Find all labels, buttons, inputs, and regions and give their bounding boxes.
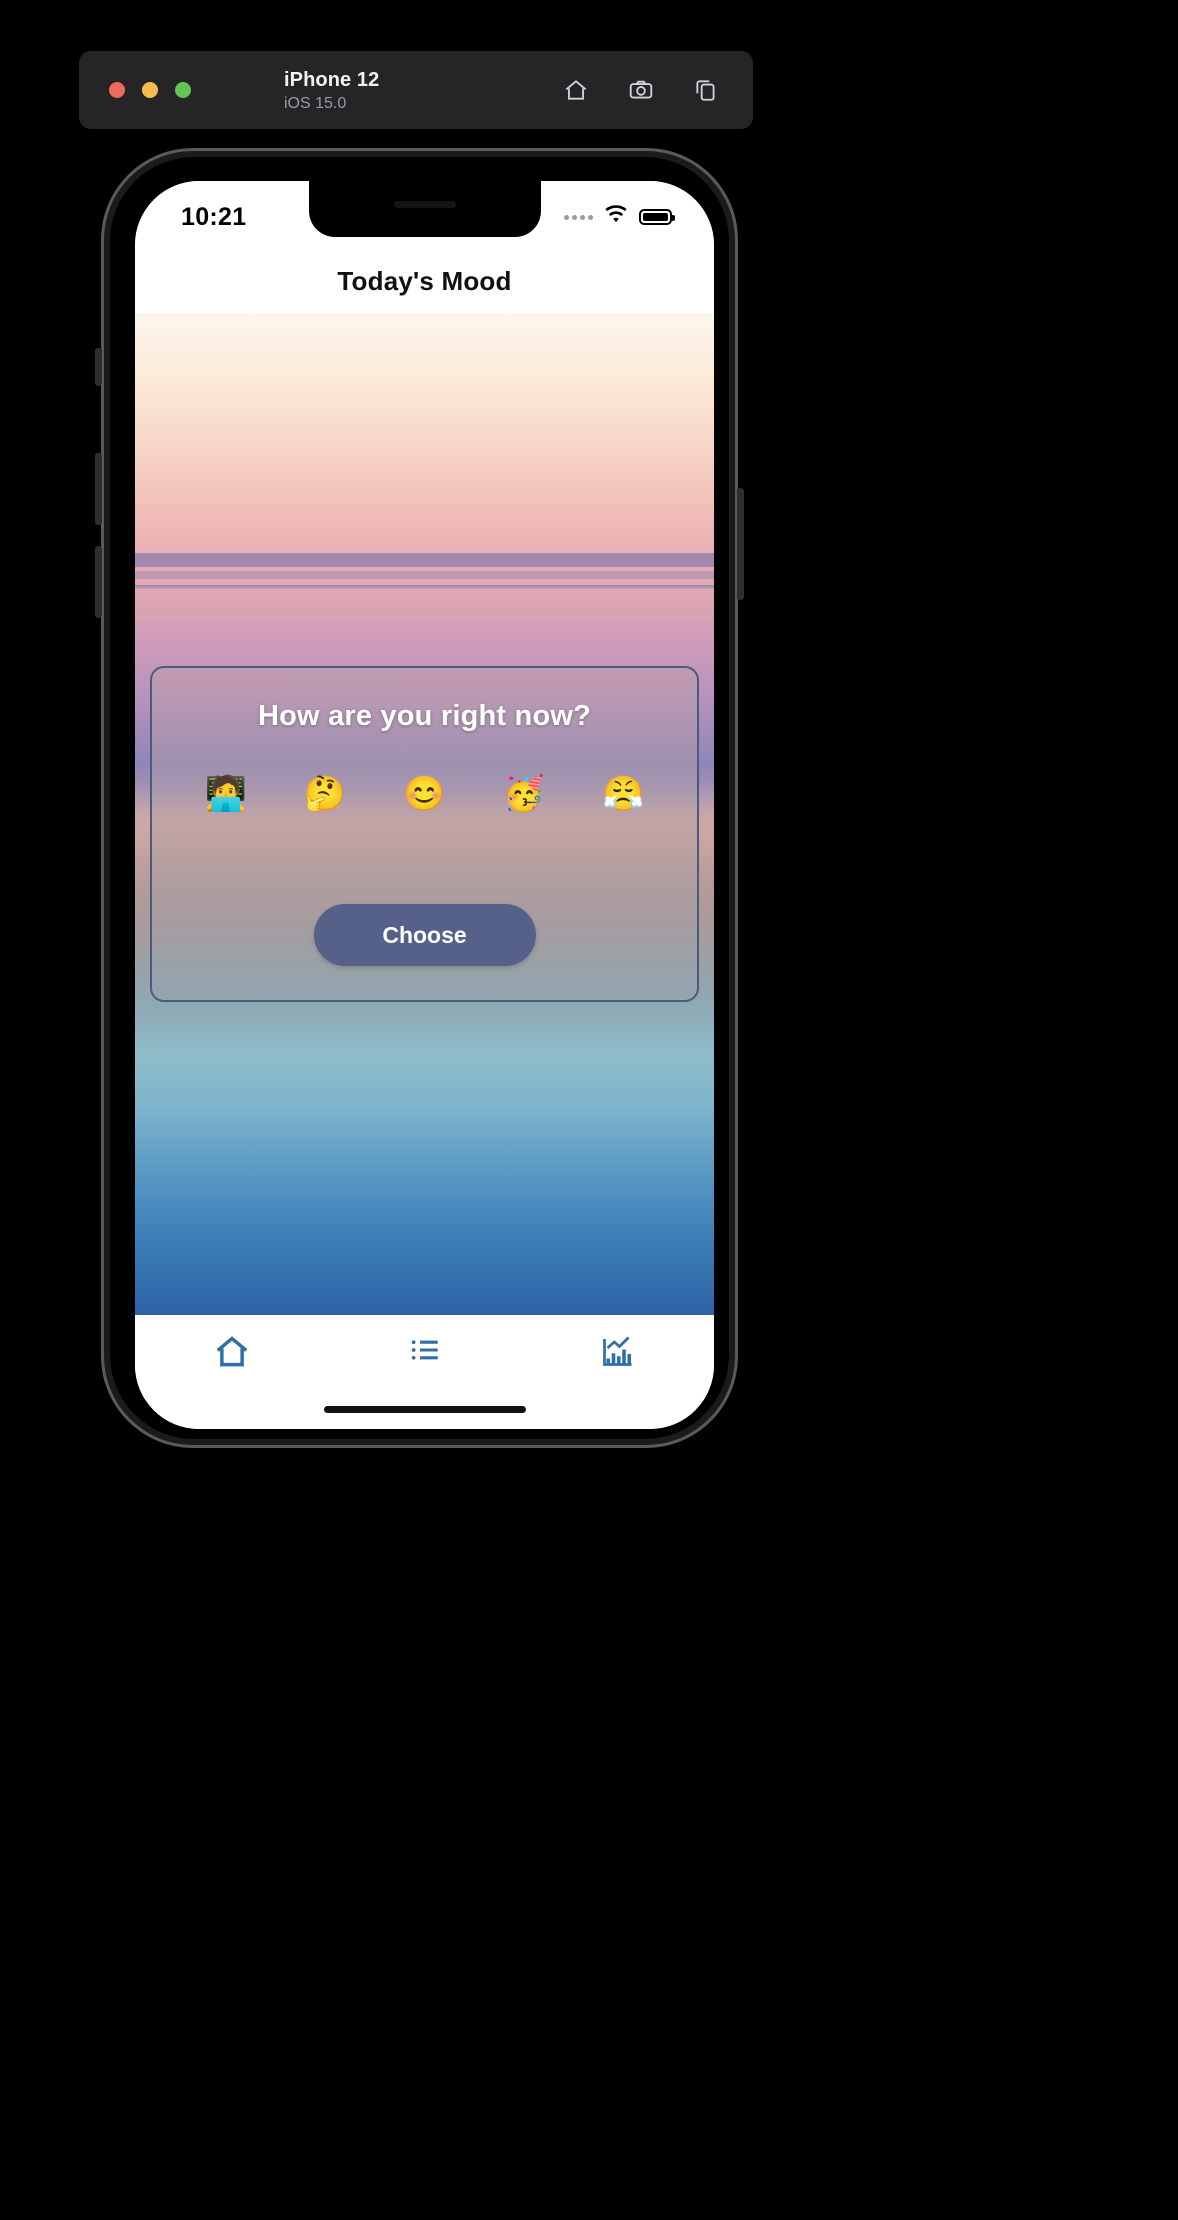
simulator-toolbar (561, 51, 721, 129)
window-traffic-lights (109, 82, 191, 98)
screenshot-root: iPhone 12 iOS 15.0 10:21 Today's Mood Ho… (0, 0, 1178, 2220)
tab-list[interactable] (328, 1333, 521, 1372)
mood-thinking[interactable]: 🤔 (304, 777, 346, 811)
simulator-device-info: iPhone 12 iOS 15.0 (284, 68, 379, 114)
mood-happy[interactable]: 😊 (403, 777, 445, 811)
wifi-icon (603, 204, 629, 230)
tab-home[interactable] (135, 1333, 328, 1376)
zoom-button[interactable] (175, 82, 191, 98)
mood-working[interactable]: 🧑‍💻 (205, 777, 247, 811)
iphone-device-frame: 10:21 Today's Mood How are you right now… (95, 148, 744, 1448)
power-button[interactable] (737, 488, 744, 600)
home-indicator[interactable] (323, 1406, 526, 1413)
rotate-icon[interactable] (691, 75, 721, 105)
tab-stats[interactable] (521, 1333, 714, 1374)
device-bezel: 10:21 Today's Mood How are you right now… (110, 157, 729, 1439)
device-name: iPhone 12 (284, 69, 380, 91)
notch (308, 181, 541, 237)
mood-card: How are you right now? 🧑‍💻 🤔 😊 🥳 😤 Choos… (150, 666, 699, 1002)
mute-switch[interactable] (95, 348, 102, 386)
cloud-band (135, 571, 714, 579)
home-icon[interactable] (561, 75, 591, 105)
mood-frustrated[interactable]: 😤 (602, 777, 644, 811)
close-button[interactable] (109, 82, 125, 98)
os-version: iOS 15.0 (284, 95, 347, 112)
main-content: How are you right now? 🧑‍💻 🤔 😊 🥳 😤 Choos… (135, 313, 714, 1315)
status-indicators (564, 204, 675, 230)
cloud-band (135, 553, 714, 567)
minimize-button[interactable] (142, 82, 158, 98)
phone-screen: 10:21 Today's Mood How are you right now… (135, 181, 714, 1429)
horizon-line (135, 585, 714, 589)
signal-dots-icon (564, 214, 593, 220)
list-icon (408, 1333, 442, 1372)
home-icon (213, 1333, 251, 1376)
volume-down-button[interactable] (95, 546, 102, 618)
status-time: 10:21 (181, 202, 247, 231)
volume-up-button[interactable] (95, 453, 102, 525)
battery-icon (639, 209, 675, 225)
choose-button[interactable]: Choose (313, 904, 536, 966)
earpiece-speaker (393, 201, 456, 208)
camera-icon[interactable] (626, 75, 656, 105)
mood-celebrating[interactable]: 🥳 (503, 777, 545, 811)
page-title: Today's Mood (337, 266, 512, 296)
simulator-title-bar: iPhone 12 iOS 15.0 (79, 51, 753, 129)
mood-options: 🧑‍💻 🤔 😊 🥳 😤 (152, 777, 697, 811)
mood-question: How are you right now? (257, 700, 592, 732)
chart-icon (600, 1333, 636, 1374)
cloud-band (135, 599, 714, 619)
